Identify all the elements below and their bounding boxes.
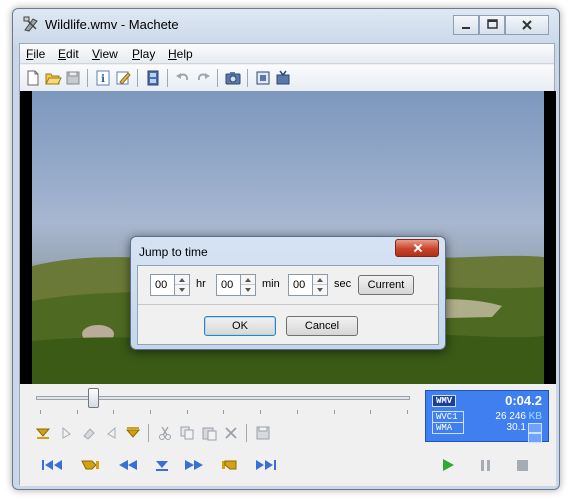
seek-thumb[interactable] <box>87 388 99 408</box>
minutes-down-arrow-icon[interactable] <box>241 285 255 295</box>
go-to-position-icon[interactable] <box>152 456 172 474</box>
hours-down-arrow-icon[interactable] <box>175 285 189 295</box>
minimize-button[interactable] <box>453 15 479 35</box>
dialog-separator <box>138 304 438 305</box>
media-info-panel: WMV 0:04.2 WVC1 WMA 26 246 KB 30.1 <box>425 390 549 443</box>
seconds-down-arrow-icon[interactable] <box>313 285 327 295</box>
minimize-icon <box>462 27 470 29</box>
info-icon[interactable]: i <box>94 69 112 87</box>
menu-bar: File Edit View Play Help <box>20 44 554 64</box>
save-icon[interactable] <box>64 69 82 87</box>
audio-indicator-icon <box>528 423 542 433</box>
go-to-mark-in-icon[interactable] <box>80 456 100 474</box>
edit-tags-icon[interactable] <box>114 69 132 87</box>
cut-icon[interactable] <box>156 424 174 442</box>
select-end-icon[interactable] <box>102 424 120 442</box>
hours-spin-buttons <box>174 274 190 296</box>
fps-value: 30.1 <box>506 422 526 433</box>
controls-area: WMV 0:04.2 WVC1 WMA 26 246 KB 30.1 <box>20 384 556 486</box>
seconds-unit-label: sec <box>334 278 352 290</box>
menu-view[interactable]: View <box>92 47 118 61</box>
client-area: File Edit View Play Help i Jump to time … <box>19 43 556 486</box>
toolbar-separator <box>217 69 218 87</box>
play-icon[interactable] <box>438 456 458 474</box>
ok-button[interactable]: OK <box>204 316 276 336</box>
toolbar-separator <box>87 69 88 87</box>
title-bar: Wildlife.wmv - Machete <box>13 9 559 39</box>
app-icon <box>23 16 39 32</box>
current-time: 0:04.2 <box>505 393 542 408</box>
speaker-icon <box>528 433 542 443</box>
menu-file[interactable]: File <box>26 47 45 61</box>
redo-icon[interactable] <box>194 69 212 87</box>
paste-icon[interactable] <box>200 424 218 442</box>
audio-codec-label: WMA <box>432 422 464 434</box>
close-button[interactable] <box>505 15 549 35</box>
hours-up-arrow-icon[interactable] <box>175 275 189 285</box>
current-button[interactable]: Current <box>358 275 414 295</box>
step-forward-icon[interactable] <box>182 456 203 474</box>
go-to-start-icon[interactable] <box>40 456 62 474</box>
toolbar-separator <box>137 69 138 87</box>
undo-icon[interactable] <box>174 69 192 87</box>
minutes-unit-label: min <box>262 278 280 290</box>
hours-unit-label: hr <box>196 278 206 290</box>
stop-icon[interactable] <box>512 456 532 474</box>
seconds-input[interactable] <box>288 274 312 296</box>
seek-ticks <box>40 410 408 414</box>
main-window: Wildlife.wmv - Machete File Edit View Pl… <box>12 8 560 490</box>
bitrate-value: 26 246 <box>495 411 526 422</box>
toolbar-separator <box>167 69 168 87</box>
menu-play[interactable]: Play <box>132 47 155 61</box>
jump-to-time-dialog: Jump to time hr <box>130 236 446 350</box>
step-back-icon[interactable] <box>116 456 137 474</box>
maximize-icon <box>487 19 498 29</box>
filmstrip-icon[interactable] <box>144 69 162 87</box>
format-badge: WMV <box>432 395 457 407</box>
go-to-mark-out-icon[interactable] <box>220 456 240 474</box>
minutes-input[interactable] <box>216 274 240 296</box>
menu-help[interactable]: Help <box>168 47 193 61</box>
edit-toolbar-separator <box>148 424 149 442</box>
copy-icon[interactable] <box>178 424 196 442</box>
frame-export-icon[interactable] <box>274 69 292 87</box>
bitrate-unit: KB <box>528 411 542 422</box>
save-selection-icon[interactable] <box>254 424 272 442</box>
minutes-spin-buttons <box>240 274 256 296</box>
window-title: Wildlife.wmv - Machete <box>45 17 179 32</box>
new-file-icon[interactable] <box>24 69 42 87</box>
menu-edit[interactable]: Edit <box>58 47 79 61</box>
mark-out-icon[interactable] <box>124 424 142 442</box>
delete-icon[interactable] <box>222 424 240 442</box>
main-toolbar: i <box>20 65 554 91</box>
toolbar-separator <box>247 69 248 87</box>
pause-icon[interactable] <box>476 456 496 474</box>
dialog-close-button[interactable] <box>395 239 439 257</box>
frame-select-icon[interactable] <box>254 69 272 87</box>
dialog-title: Jump to time <box>139 245 208 259</box>
cancel-button[interactable]: Cancel <box>286 316 358 336</box>
select-start-icon[interactable] <box>58 424 76 442</box>
snapshot-camera-icon[interactable] <box>224 69 242 87</box>
svg-text:i: i <box>101 74 105 85</box>
eraser-icon[interactable] <box>80 424 98 442</box>
seconds-up-arrow-icon[interactable] <box>313 275 327 285</box>
close-icon <box>522 20 532 30</box>
hours-input[interactable] <box>150 274 174 296</box>
dialog-body: hr min <box>137 265 439 345</box>
video-viewport[interactable]: Jump to time hr <box>20 91 556 384</box>
edit-toolbar-separator <box>246 424 247 442</box>
mark-in-icon[interactable] <box>34 424 52 442</box>
transport-bar <box>34 454 542 476</box>
open-folder-icon[interactable] <box>44 69 62 87</box>
go-to-end-icon[interactable] <box>252 456 276 474</box>
minutes-up-arrow-icon[interactable] <box>241 275 255 285</box>
maximize-button[interactable] <box>479 15 505 35</box>
seconds-spin-buttons <box>312 274 328 296</box>
